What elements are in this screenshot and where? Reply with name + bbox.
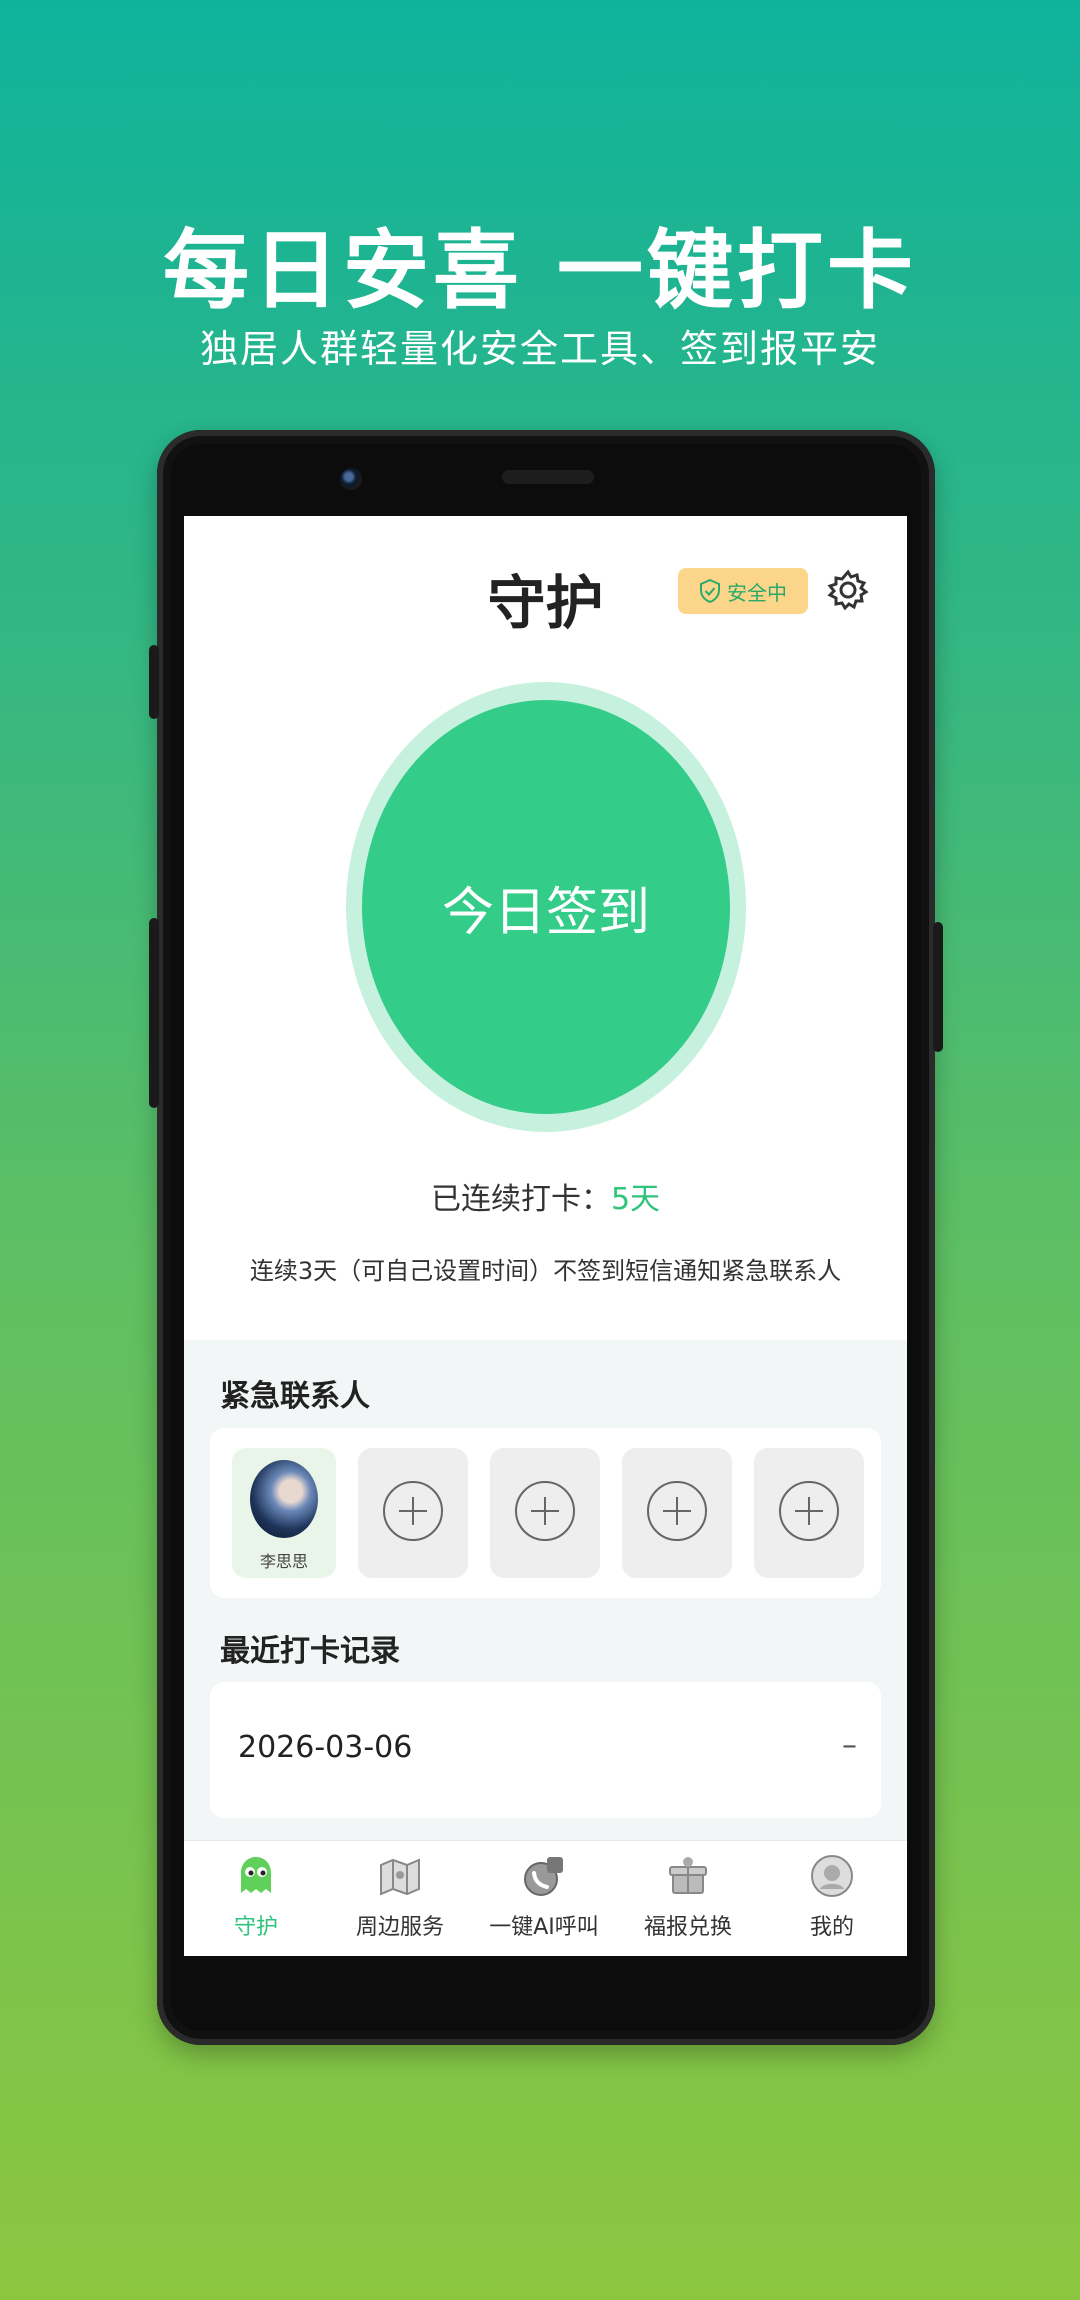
nav-label: 一键AI呼叫 — [489, 1915, 599, 1940]
camera-icon — [340, 468, 362, 490]
gift-icon — [669, 1857, 707, 1894]
speaker-grille — [502, 470, 594, 484]
phone-side-button — [149, 918, 159, 1108]
plus-circle-icon — [515, 1481, 575, 1541]
status-badge[interactable]: 安全中 — [678, 568, 808, 614]
map-icon — [380, 1858, 420, 1896]
profile-icon — [811, 1855, 853, 1897]
avatar — [250, 1460, 318, 1538]
shield-check-icon — [700, 579, 720, 603]
plus-circle-icon — [779, 1481, 839, 1541]
nav-item-services[interactable]: 周边服务 — [328, 1853, 472, 1953]
phone-side-button — [149, 645, 159, 719]
plus-circle-icon — [647, 1481, 707, 1541]
bottom-nav: 守护 周边服务 一键AI呼叫 福报兑换 我的 — [184, 1840, 907, 1956]
nav-item-rewards[interactable]: 福报兑换 — [616, 1853, 760, 1953]
ghost-mascot-icon — [241, 1857, 271, 1893]
nav-label: 守护 — [233, 1915, 278, 1940]
streak-label: 已连续打卡： — [430, 1182, 611, 1217]
nav-item-ai-call[interactable]: 一键AI呼叫 — [472, 1853, 616, 1953]
streak-text: 已连续打卡：5天 — [184, 1174, 907, 1218]
reminder-notice: 连续3天（可自己设置时间）不签到短信通知紧急联系人 — [249, 1257, 842, 1285]
app-screen: 守护 安全中 今日签到 已连续打卡：5天 连续3天（可自己设置时间）不签到短信通… — [184, 516, 907, 1956]
record-status: – — [842, 1728, 857, 1763]
nav-item-profile[interactable]: 我的 — [760, 1853, 904, 1953]
contacts-list: 李思思 — [210, 1428, 881, 1598]
nav-label: 周边服务 — [355, 1915, 444, 1940]
contact-name: 李思思 — [259, 1552, 308, 1571]
phone-frame: 守护 安全中 今日签到 已连续打卡：5天 连续3天（可自己设置时间）不签到短信通… — [149, 430, 943, 2045]
nav-label: 我的 — [809, 1915, 854, 1940]
add-contact-button[interactable] — [358, 1448, 468, 1578]
record-date: 2026-03-06 — [238, 1730, 413, 1765]
streak-value: 5天 — [610, 1182, 661, 1217]
plus-circle-icon — [383, 1481, 443, 1541]
list-item[interactable]: 2026-03-06 – — [210, 1682, 881, 1818]
promo-subline: 独居人群轻量化安全工具、签到报平安 — [199, 327, 880, 371]
promo-headline: 每日安喜 一键打卡 — [163, 221, 917, 321]
nav-label: 福报兑换 — [643, 1915, 732, 1940]
status-badge-label: 安全中 — [727, 580, 787, 605]
phone-side-button — [933, 922, 943, 1052]
contacts-title: 紧急联系人 — [220, 1379, 370, 1414]
phone-call-icon — [524, 1857, 563, 1896]
checkin-button[interactable]: 今日签到 — [362, 700, 730, 1114]
add-contact-button[interactable] — [622, 1448, 732, 1578]
contact-card[interactable]: 李思思 — [232, 1448, 336, 1578]
add-contact-button[interactable] — [754, 1448, 864, 1578]
nav-item-guard[interactable]: 守护 — [184, 1853, 328, 1953]
records-title: 最近打卡记录 — [220, 1634, 400, 1669]
gear-icon[interactable] — [824, 566, 872, 614]
add-contact-button[interactable] — [490, 1448, 600, 1578]
